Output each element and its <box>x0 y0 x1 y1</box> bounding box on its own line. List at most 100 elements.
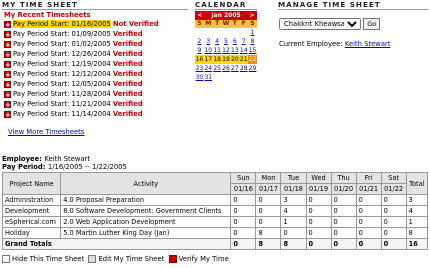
row-total-cell: 8 <box>405 227 429 239</box>
calendar-date-cell[interactable]: 23 <box>195 64 204 73</box>
timesheet-row-status: Verified <box>112 110 143 118</box>
timesheet-row-label[interactable]: Pay Period Start: 11/21/2004 <box>13 100 111 108</box>
expand-icon[interactable]: + <box>4 40 11 48</box>
expand-icon[interactable]: + <box>4 30 11 38</box>
hours-cell: 0 <box>355 216 382 228</box>
calendar-date-cell[interactable]: 30 <box>195 73 204 82</box>
edit-timesheet-link[interactable]: Edit My Time Sheet <box>98 255 164 263</box>
timesheet-row[interactable]: + Pay Period Start: 01/16/2005 Not Verifi… <box>4 19 192 29</box>
calendar-date-cell[interactable]: 21 <box>239 55 249 64</box>
calendar-month-label: Jan 2005 <box>211 12 241 19</box>
timesheet-row[interactable]: + Pay Period Start: 12/19/2004 Verified <box>4 59 192 69</box>
project-cell: Holiday <box>1 227 62 239</box>
timesheet-row-status: Not Verified <box>112 20 159 28</box>
expand-icon[interactable]: + <box>4 100 11 108</box>
calendar-date-cell[interactable]: 18 <box>212 55 222 64</box>
view-more-timesheets-link[interactable]: View More Timesheets <box>8 128 84 136</box>
employee-select[interactable]: Chakkrit Kheawsa-ad <box>279 18 361 30</box>
expand-icon[interactable]: + <box>4 20 11 28</box>
calendar-date-cell <box>222 73 231 82</box>
expand-icon[interactable]: + <box>4 50 11 58</box>
calendar-date-cell[interactable]: 27 <box>230 64 239 73</box>
calendar-date-cell[interactable]: 29 <box>248 64 257 73</box>
calendar-date-cell[interactable]: 2 <box>195 37 204 46</box>
calendar-date-cell[interactable]: 19 <box>221 55 231 64</box>
day-of-week-header: Sat <box>380 172 407 184</box>
verify-time-link[interactable]: Verify My Time <box>179 255 229 263</box>
calendar-date-cell[interactable]: 11 <box>213 46 222 55</box>
date-header: 01/21 <box>355 183 382 195</box>
calendar-next-icon[interactable]: > <box>248 11 256 20</box>
calendar-date-cell[interactable]: 6 <box>230 37 239 46</box>
calendar-date-cell[interactable]: 17 <box>203 55 213 64</box>
calendar-date-cell[interactable]: 28 <box>239 64 248 73</box>
calendar-date-cell[interactable]: 8 <box>248 37 257 46</box>
expand-icon[interactable]: + <box>4 70 11 78</box>
calendar-date-cell[interactable]: 10 <box>204 46 213 55</box>
calendar-date-cell[interactable]: 25 <box>213 64 222 73</box>
calendar-date-cell[interactable]: 9 <box>195 46 204 55</box>
timesheet-row[interactable]: + Pay Period Start: 11/21/2004 Verified <box>4 99 192 109</box>
calendar-date-cell[interactable]: 31 <box>204 73 213 82</box>
timesheet-row-label[interactable]: Pay Period Start: 01/02/2005 <box>13 40 111 48</box>
timesheet-row-label[interactable]: Pay Period Start: 11/14/2004 <box>13 110 111 118</box>
hours-cell: 0 <box>255 205 282 217</box>
hide-icon <box>2 255 10 263</box>
calendar-date-cell[interactable]: 5 <box>222 37 231 46</box>
calendar-date-cell[interactable]: 1 <box>248 28 257 37</box>
go-button[interactable]: Go <box>363 18 381 30</box>
expand-icon[interactable]: + <box>4 110 11 118</box>
timesheet-row-label[interactable]: Pay Period Start: 01/16/2005 <box>13 20 111 28</box>
timesheet-list: + Pay Period Start: 01/16/2005 Not Verifi… <box>4 19 192 119</box>
hours-cell: 0 <box>280 227 307 239</box>
date-header: 01/17 <box>255 183 282 195</box>
date-header: 01/19 <box>305 183 332 195</box>
calendar-date-cell[interactable]: 16 <box>195 55 204 64</box>
action-bar: Hide This Time Sheet Edit My Time Sheet … <box>2 255 229 263</box>
calendar-widget: < Jan 2005 > SMTWTFS 1 2 3 4 5 6 7 8 9 10 11 12 13 14… <box>195 11 257 82</box>
pay-period-label: Pay Period: <box>2 163 46 171</box>
calendar-date-cell[interactable]: 4 <box>213 37 222 46</box>
hours-cell: 0 <box>355 227 382 239</box>
timesheet-row[interactable]: + Pay Period Start: 11/28/2004 Verified <box>4 89 192 99</box>
timesheet-row[interactable]: + Pay Period Start: 01/09/2005 Verified <box>4 29 192 39</box>
calendar-date-cell[interactable]: 15 <box>248 46 257 55</box>
calendar-date-cell[interactable]: 7 <box>239 37 248 46</box>
grand-total-hours-cell: 8 <box>255 238 282 250</box>
timesheet-row[interactable]: + Pay Period Start: 01/02/2005 Verified <box>4 39 192 49</box>
calendar-date-cell[interactable]: 22 <box>248 55 257 64</box>
timesheet-row[interactable]: + Pay Period Start: 12/05/2004 Verified <box>4 79 192 89</box>
timesheet-row[interactable]: + Pay Period Start: 12/26/2004 Verified <box>4 49 192 59</box>
timesheet-row[interactable]: + Pay Period Start: 12/12/2004 Verified <box>4 69 192 79</box>
calendar-prev-icon[interactable]: < <box>196 11 204 20</box>
timesheet-row-label[interactable]: Pay Period Start: 12/05/2004 <box>13 80 111 88</box>
expand-icon[interactable]: + <box>4 80 11 88</box>
calendar-day-header: M <box>205 20 212 27</box>
project-cell: Development <box>1 205 62 217</box>
row-total-cell: 4 <box>405 205 429 217</box>
current-employee-link[interactable]: Keith Stewart <box>345 40 391 48</box>
timesheet-row-label[interactable]: Pay Period Start: 12/26/2004 <box>13 50 111 58</box>
calendar-date-cell[interactable]: 20 <box>230 55 240 64</box>
expand-icon[interactable]: + <box>4 60 11 68</box>
calendar-date-cell[interactable]: 14 <box>239 46 248 55</box>
hours-cell: 0 <box>330 205 357 217</box>
timesheet-row[interactable]: + Pay Period Start: 11/14/2004 Verified <box>4 109 192 119</box>
timesheet-row-label[interactable]: Pay Period Start: 12/12/2004 <box>13 70 111 78</box>
hide-timesheet-link[interactable]: Hide This Time Sheet <box>12 255 84 263</box>
timesheet-row-label[interactable]: Pay Period Start: 01/09/2005 <box>13 30 111 38</box>
calendar-date-cell[interactable]: 12 <box>222 46 231 55</box>
calendar-date-cell[interactable]: 13 <box>230 46 239 55</box>
calendar-date-cell[interactable]: 24 <box>204 64 213 73</box>
timesheet-row-label[interactable]: Pay Period Start: 11/28/2004 <box>13 90 111 98</box>
timesheet-row-label[interactable]: Pay Period Start: 12/19/2004 <box>13 60 111 68</box>
calendar-date-cell <box>213 73 222 82</box>
expand-icon[interactable]: + <box>4 90 11 98</box>
calendar-day-header: T <box>232 20 237 27</box>
row-total-cell: 1 <box>405 216 429 228</box>
project-cell: Administration <box>1 194 62 206</box>
calendar-date-cell[interactable]: 3 <box>204 37 213 46</box>
grand-total-hours-cell: 0 <box>380 238 407 250</box>
calendar-date-cell[interactable]: 26 <box>222 64 231 73</box>
calendar-date-cell <box>239 28 248 37</box>
